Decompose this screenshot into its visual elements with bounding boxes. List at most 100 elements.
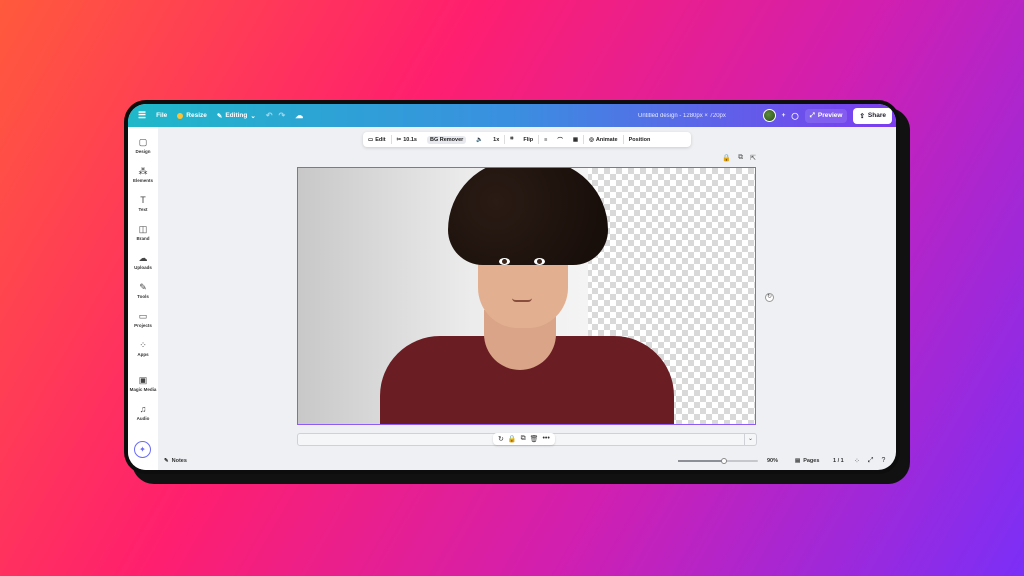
design-canvas[interactable] bbox=[297, 167, 756, 425]
editing-mode-button[interactable]: ✎ Editing ⌄ bbox=[217, 112, 256, 120]
help-icon[interactable]: ? bbox=[881, 457, 885, 465]
duplicate-icon[interactable]: ⧉ bbox=[738, 154, 743, 162]
projects-icon: ▭ bbox=[138, 311, 148, 321]
sidebar-item-label: Magic Media bbox=[129, 387, 157, 392]
sidebar-item-label: Projects bbox=[134, 323, 152, 328]
audio-icon: ♫ bbox=[139, 404, 147, 414]
topbar-actions: + ◯ ⤢ Preview ⇪ Share bbox=[762, 107, 892, 124]
trim-button[interactable]: ✂ 10.1s bbox=[392, 132, 422, 147]
avatar[interactable] bbox=[762, 109, 776, 122]
notes-icon: ✎ bbox=[164, 458, 169, 464]
border-style-icon[interactable]: ≡ bbox=[539, 132, 552, 147]
sidebar-item-audio[interactable]: ♫ Audio bbox=[128, 404, 158, 421]
flip-button[interactable]: Flip bbox=[518, 132, 538, 147]
document-title[interactable]: Untitled design - 1280px × 720px bbox=[638, 113, 726, 119]
menu-icon[interactable]: ☰ bbox=[138, 110, 146, 121]
corner-rounding-icon[interactable]: ⌒ bbox=[552, 132, 568, 147]
volume-icon[interactable]: 🔈 bbox=[471, 132, 488, 147]
sidebar-item-magic-media[interactable]: ▣ Magic Media bbox=[128, 375, 158, 392]
text-icon: T bbox=[140, 195, 146, 205]
lock-icon[interactable]: 🔒 bbox=[508, 435, 517, 443]
photo-mouth bbox=[512, 298, 532, 302]
elements-icon: ⁂ bbox=[138, 166, 148, 176]
magic-assistant-icon[interactable]: ✦ bbox=[134, 441, 151, 458]
lock-icon[interactable]: 🔒 bbox=[722, 154, 731, 162]
sidebar-item-design[interactable]: ▢ Design bbox=[128, 137, 158, 154]
redo-icon[interactable]: ↷ bbox=[279, 111, 286, 120]
preview-button[interactable]: ⤢ Preview bbox=[804, 108, 848, 123]
top-bar: ☰ File Resize ✎ Editing ⌄ ↶ ↷ ☁ Untitled… bbox=[128, 104, 896, 127]
add-page-icon[interactable]: ⇱ bbox=[750, 154, 756, 162]
undo-icon[interactable]: ↶ bbox=[266, 111, 273, 120]
apps-icon: ⁘ bbox=[139, 340, 147, 350]
sidebar-item-projects[interactable]: ▭ Projects bbox=[128, 311, 158, 328]
trash-icon[interactable]: 🗑 bbox=[530, 435, 539, 443]
brand-icon: ◫ bbox=[138, 224, 148, 234]
chevron-down-icon: ⌄ bbox=[250, 112, 256, 120]
file-label: File bbox=[156, 112, 168, 119]
sidebar-item-label: Audio bbox=[136, 416, 150, 421]
notes-button[interactable]: ✎ Notes bbox=[164, 458, 187, 464]
fullscreen-icon[interactable]: ⤢ bbox=[868, 457, 874, 465]
sidebar-item-tools[interactable]: ✎ Tools bbox=[128, 282, 158, 299]
sidebar-item-elements[interactable]: ⁂ Elements bbox=[128, 166, 158, 183]
zoom-value[interactable]: 90% bbox=[767, 458, 778, 464]
photo-hair bbox=[448, 168, 608, 265]
zoom-slider[interactable] bbox=[678, 458, 758, 464]
resize-label: Resize bbox=[186, 112, 207, 119]
scissors-icon: ✂ bbox=[396, 136, 402, 143]
refresh-icon[interactable]: ↻ bbox=[498, 435, 504, 443]
bg-remover-button[interactable]: BG Remover bbox=[422, 132, 471, 147]
speed-button[interactable]: 1x bbox=[488, 132, 504, 147]
add-collaborator-icon[interactable]: + bbox=[782, 112, 786, 119]
zoom-handle[interactable] bbox=[721, 458, 728, 464]
comment-icon[interactable]: ◯ bbox=[791, 112, 798, 120]
grid-view-icon[interactable]: ⁘ bbox=[854, 457, 860, 465]
sidebar-item-uploads[interactable]: ☁ Uploads bbox=[128, 253, 158, 270]
sidebar-item-label: Elements bbox=[132, 178, 153, 183]
position-label: Position bbox=[628, 136, 651, 143]
edit-button[interactable]: ▭ Edit bbox=[363, 132, 391, 147]
file-menu[interactable]: File bbox=[156, 112, 167, 119]
page-actions: 🔒 ⧉ ⇱ bbox=[722, 154, 756, 162]
position-button[interactable]: Position bbox=[624, 132, 656, 147]
photo-eye bbox=[534, 258, 545, 265]
cloud-save-icon[interactable]: ☁ bbox=[295, 111, 303, 120]
duplicate-icon[interactable]: ⧉ bbox=[521, 435, 526, 443]
sidebar-item-label: Uploads bbox=[134, 265, 152, 270]
duration-label: 10.1s bbox=[403, 136, 417, 143]
sidebar-item-text[interactable]: T Text bbox=[128, 195, 158, 212]
device-frame: ☰ File Resize ✎ Editing ⌄ ↶ ↷ ☁ Untitled… bbox=[124, 100, 900, 474]
resize-button[interactable]: Resize bbox=[177, 112, 207, 119]
animate-button[interactable]: ◎ Animate bbox=[584, 132, 623, 147]
notes-label: Notes bbox=[171, 458, 187, 464]
transparency-icon[interactable]: ▦ bbox=[568, 132, 583, 147]
page-count: 1 / 1 bbox=[833, 458, 844, 464]
edit-icon: ▭ bbox=[368, 136, 374, 143]
sidebar-item-apps[interactable]: ⁘ Apps bbox=[128, 340, 158, 357]
more-icon[interactable]: ••• bbox=[542, 435, 549, 443]
rotate-icon[interactable]: ↻ bbox=[765, 293, 774, 302]
pages-button[interactable]: ▤ Pages bbox=[795, 458, 819, 464]
share-icon: ⇪ bbox=[859, 112, 865, 120]
chevron-down-icon[interactable]: ⌄ bbox=[744, 434, 756, 445]
editing-label: Editing bbox=[225, 112, 248, 119]
uploads-icon: ☁ bbox=[138, 253, 148, 263]
footer-tools: ⁘ ⤢ ? bbox=[854, 457, 885, 465]
edit-label: Edit bbox=[375, 136, 386, 143]
expand-icon: ⤢ bbox=[809, 111, 815, 119]
animate-label: Animate bbox=[595, 136, 618, 143]
canvas-area: ▭ Edit ✂ 10.1s BG Remover 🔈 1x ⌗ Flip ≡ ⌒ … bbox=[158, 127, 896, 470]
sidebar-item-brand[interactable]: ◫ Brand bbox=[128, 224, 158, 241]
magic-media-icon: ▣ bbox=[138, 375, 148, 385]
photo-eye bbox=[499, 258, 510, 265]
sidebar-item-label: Design bbox=[135, 149, 151, 154]
sidebar-item-label: Text bbox=[138, 207, 148, 212]
design-icon: ▢ bbox=[138, 137, 148, 147]
crop-icon[interactable]: ⌗ bbox=[505, 132, 518, 147]
context-toolbar: ▭ Edit ✂ 10.1s BG Remover 🔈 1x ⌗ Flip ≡ ⌒ … bbox=[363, 132, 691, 147]
share-label: Share bbox=[867, 112, 886, 119]
share-button[interactable]: ⇪ Share bbox=[853, 107, 892, 124]
tools-icon: ✎ bbox=[139, 282, 147, 292]
sidebar-item-label: Brand bbox=[136, 236, 150, 241]
